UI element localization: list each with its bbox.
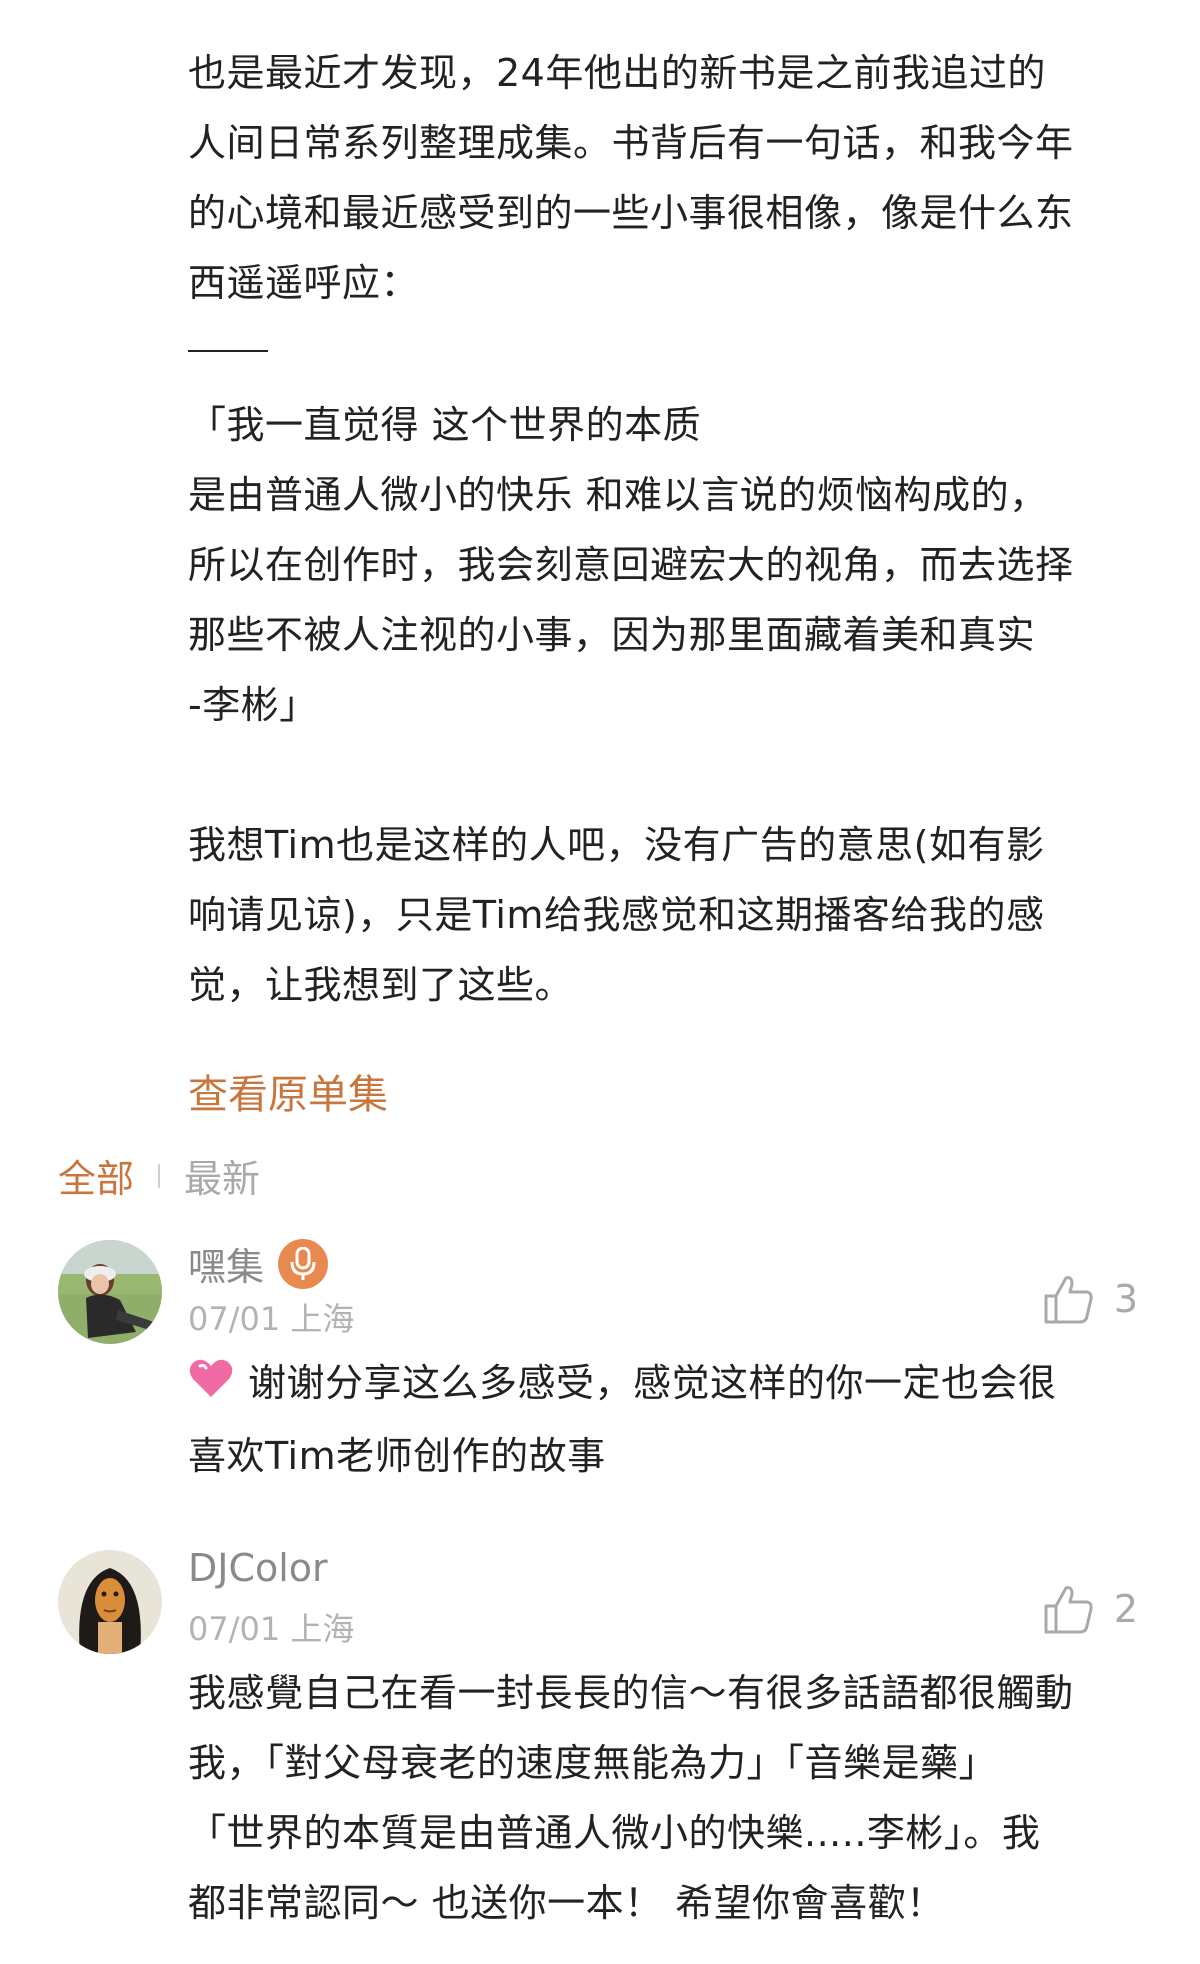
- heart-emoji-icon: [188, 1351, 234, 1421]
- comment-line: 谢谢分享这么多感受，感觉这样的你一定也会很: [188, 1348, 1198, 1421]
- comment-line: 都非常認同～ 也送你一本！ 希望你會喜歡！: [188, 1881, 945, 1925]
- comment-line: 我，「對父母衰老的速度無能為力」「音樂是藥」: [188, 1741, 998, 1785]
- avatar[interactable]: [58, 1550, 162, 1654]
- comment-text: 谢谢分享这么多感受，感觉这样的你一定也会很 喜欢Tim老师创作的故事: [188, 1348, 1198, 1491]
- tab-all[interactable]: 全部: [58, 1148, 134, 1203]
- avatar[interactable]: [58, 1240, 162, 1344]
- comment-line: 喜欢Tim老师创作的故事: [188, 1433, 606, 1478]
- comment-meta: 07/01 上海: [188, 1294, 354, 1340]
- comment-date: 07/01: [188, 1300, 281, 1338]
- comment-location: 上海: [290, 1300, 355, 1338]
- post-line: 也是最近才发现，24年他出的新书是之前我追过的: [188, 51, 1046, 95]
- thumbs-up-icon: [1044, 1276, 1093, 1324]
- commenter-name-row: 嘿集: [188, 1236, 329, 1291]
- tab-separator: [158, 1163, 161, 1188]
- post-body: 也是最近才发现，24年他出的新书是之前我追过的 人间日常系列整理成集。书背后有一…: [188, 38, 1148, 1020]
- post-line: 的心境和最近感受到的一些小事很相像，像是什么东: [188, 191, 1074, 235]
- post-line: 响请见谅)，只是Tim给我感觉和这期播客给我的感: [188, 893, 1045, 937]
- quote-line: -李彬」: [188, 683, 318, 727]
- quote-line: 是由普通人微小的快乐 和难以言说的烦恼构成的，: [188, 473, 1048, 517]
- quote-line: 所以在创作时，我会刻意回避宏大的视角，而去选择: [188, 543, 1074, 587]
- like-count: 2: [1113, 1587, 1138, 1631]
- view-original-episode-link[interactable]: 查看原单集: [188, 1062, 388, 1120]
- thumbs-up-icon: [1044, 1586, 1093, 1634]
- commenter-name-row: DJColor: [188, 1546, 328, 1590]
- like-count: 3: [1113, 1277, 1138, 1321]
- comment-meta: 07/01 上海: [188, 1604, 354, 1650]
- post-line: 人间日常系列整理成集。书背后有一句话，和我今年: [188, 121, 1074, 165]
- commenter-name[interactable]: 嘿集: [188, 1236, 264, 1291]
- avatar-image: [58, 1240, 162, 1344]
- post-line: 西遥遥呼应：: [188, 261, 420, 305]
- divider: [188, 350, 268, 352]
- like-button[interactable]: 3: [1042, 1272, 1138, 1326]
- comment-location: 上海: [290, 1610, 355, 1648]
- commenter-name[interactable]: DJColor: [188, 1546, 328, 1590]
- tab-latest[interactable]: 最新: [184, 1148, 260, 1203]
- comment-text: 我感覺自己在看一封長長的信～有很多話語都很觸動 我，「對父母衰老的速度無能為力」…: [188, 1658, 1198, 1938]
- comment-line: 「世界的本質是由普通人微小的快樂.....李彬」。我: [188, 1811, 1041, 1855]
- post-line: 觉，让我想到了这些。: [188, 963, 574, 1007]
- post-line: 我想Tim也是这样的人吧，没有广告的意思(如有影: [188, 823, 1045, 867]
- comment-tabs: 全部 最新: [58, 1148, 260, 1203]
- avatar-image: [58, 1550, 162, 1654]
- comment-line: 我感覺自己在看一封長長的信～有很多話語都很觸動: [188, 1671, 1074, 1715]
- like-button[interactable]: 2: [1042, 1582, 1138, 1636]
- quote-line: 「我一直觉得 这个世界的本质: [188, 403, 702, 447]
- microphone-icon: [278, 1238, 329, 1289]
- comment-date: 07/01: [188, 1610, 281, 1648]
- quote-line: 那些不被人注视的小事，因为那里面藏着美和真实: [188, 613, 1036, 657]
